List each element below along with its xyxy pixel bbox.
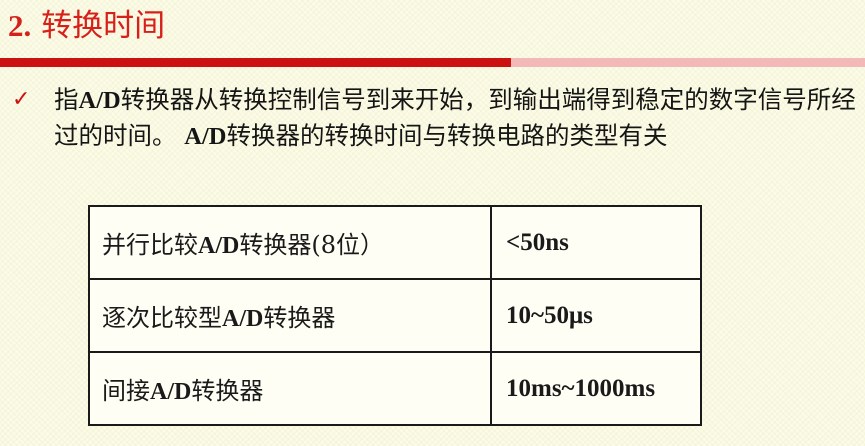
bullet-seg-0: 指 — [54, 85, 79, 114]
bullet-item: ✓ 指A/D转换器从转换控制信号到来开始，到输出端得到稳定的数字信号所经过的时间… — [12, 82, 857, 154]
converter-type-suffix: 转换器 — [239, 231, 312, 259]
converter-type-note: (8位） — [311, 231, 384, 259]
conversion-time-cell: <50ns — [490, 205, 702, 280]
bullet-seg-3: A/D — [184, 123, 227, 150]
bullet-seg-1: A/D — [78, 87, 121, 114]
converter-type-suffix: 转换器 — [191, 377, 264, 405]
conversion-time-cell: 10~50μs — [490, 278, 702, 353]
converter-type-ad: A/D — [150, 379, 192, 405]
title-rule-light — [511, 58, 865, 67]
checkmark-icon: ✓ — [12, 87, 31, 112]
converter-type-prefix: 逐次比较型 — [102, 304, 222, 332]
converter-type-cell: 逐次比较型A/D转换器 — [88, 278, 492, 353]
conversion-time-table: 并行比较A/D转换器(8位） <50ns 逐次比较型A/D转换器 10~50μs… — [88, 205, 702, 426]
converter-type-cell: 并行比较A/D转换器(8位） — [88, 205, 492, 280]
conversion-time-cell: 10ms~1000ms — [490, 351, 702, 426]
title-number: 2. — [8, 8, 32, 43]
converter-type-ad: A/D — [222, 306, 264, 332]
table-row: 间接A/D转换器 10ms~1000ms — [88, 351, 702, 426]
converter-type-prefix: 间接 — [102, 377, 150, 405]
converter-type-cell: 间接A/D转换器 — [88, 351, 492, 426]
table-row: 逐次比较型A/D转换器 10~50μs — [88, 278, 702, 353]
slide-title: 2. 转换时间 — [8, 4, 165, 48]
converter-type-ad: A/D — [198, 233, 240, 259]
title-text: 转换时间 — [41, 8, 166, 44]
table-row: 并行比较A/D转换器(8位） <50ns — [88, 205, 702, 280]
bullet-text: 指A/D转换器从转换控制信号到来开始，到输出端得到稳定的数字信号所经过的时间。 … — [54, 82, 857, 154]
bullet-seg-4: 转换器的转换时间与转换电路的类型有关 — [226, 121, 668, 150]
converter-type-prefix: 并行比较 — [102, 231, 198, 259]
converter-type-suffix: 转换器 — [263, 304, 336, 332]
title-rule-dark — [0, 58, 511, 67]
